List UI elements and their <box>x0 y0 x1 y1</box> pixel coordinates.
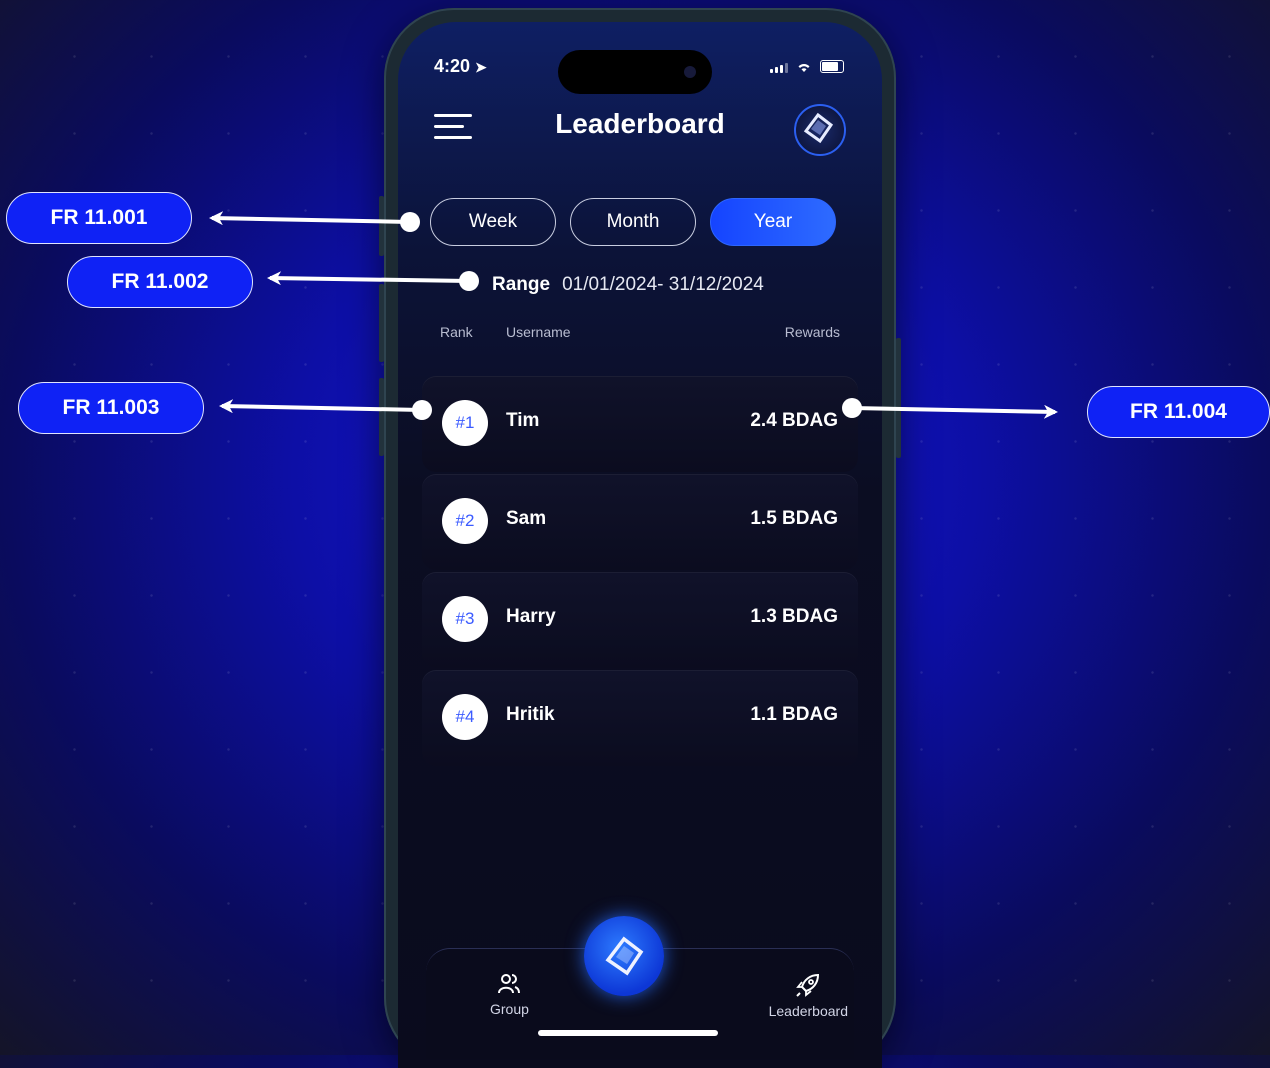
annotation-fr-11-004: FR 11.004 <box>1087 386 1270 438</box>
arrow-dot <box>400 212 420 232</box>
arrow-rank <box>219 399 423 414</box>
arrow-dot <box>459 271 479 291</box>
arrow-rewards <box>851 404 1058 419</box>
annotation-fr-11-003: FR 11.003 <box>18 382 204 434</box>
arrow-range <box>267 271 470 286</box>
annotation-fr-11-001: FR 11.001 <box>6 192 192 244</box>
arrow-week-tabs <box>209 211 411 226</box>
arrow-dot <box>842 398 862 418</box>
arrow-dot <box>412 400 432 420</box>
annotation-arrows <box>209 211 1058 420</box>
annotation-fr-11-002: FR 11.002 <box>67 256 253 308</box>
